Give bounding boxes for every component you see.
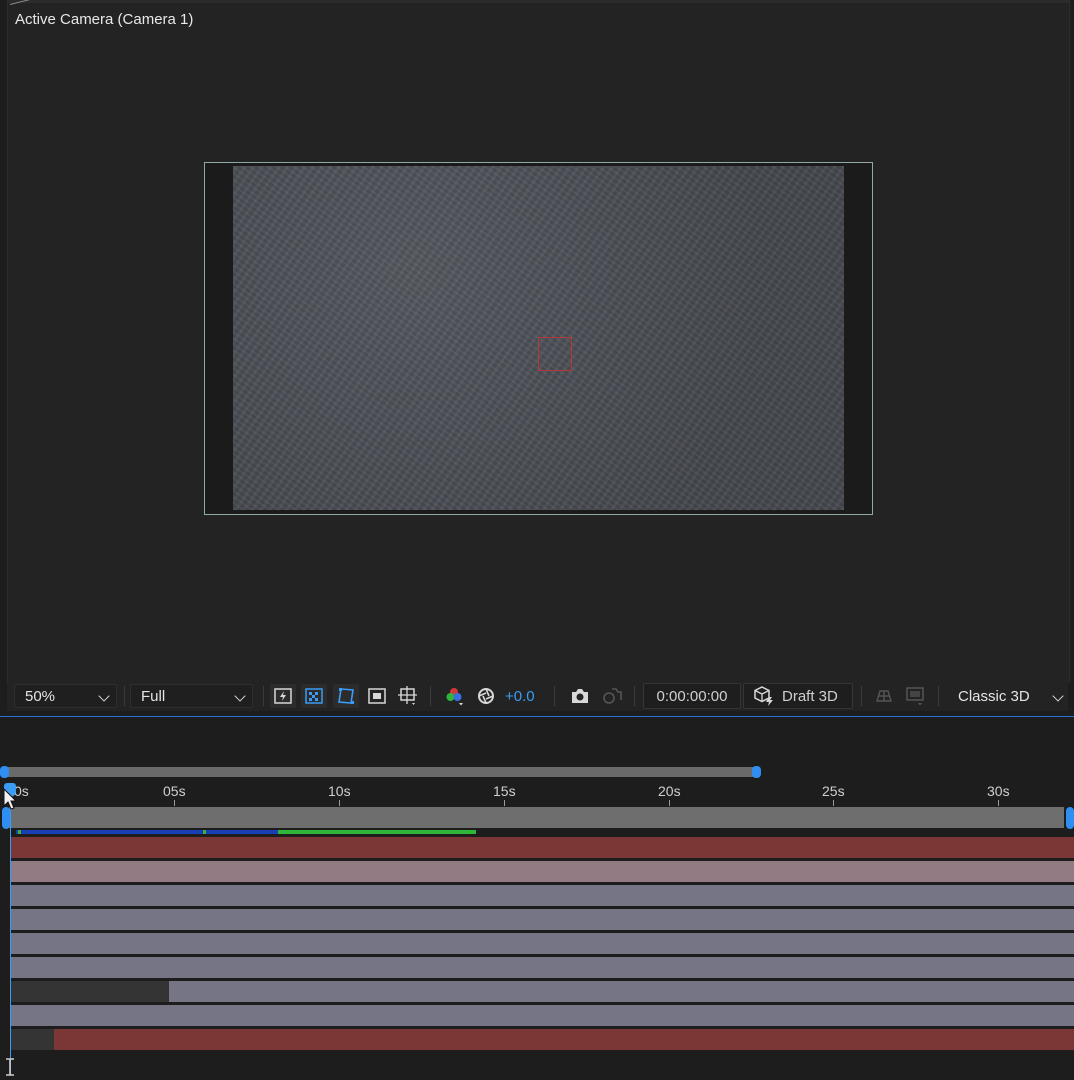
timecode-value: 0:00:00:00 xyxy=(656,687,728,705)
composition-frame[interactable] xyxy=(204,162,873,515)
show-snapshot-icon[interactable] xyxy=(599,684,625,708)
chevron-down-icon xyxy=(234,690,246,702)
toolbar-separator xyxy=(861,686,862,706)
3d-view-icon[interactable] xyxy=(871,684,897,708)
3d-ground-plane-icon[interactable] xyxy=(902,684,928,708)
tick-label: 10s xyxy=(328,783,351,799)
cached-frames-green xyxy=(278,830,476,834)
layer-duration-bar[interactable] xyxy=(11,861,1074,882)
layer-empty-span xyxy=(11,1029,54,1050)
time-navigator-end-handle[interactable] xyxy=(752,766,761,778)
snapshot-icon[interactable] xyxy=(567,684,593,708)
resolution-value: Full xyxy=(141,687,166,705)
renderer-value: Classic 3D xyxy=(958,687,1030,705)
tick-label: 25s xyxy=(822,783,845,799)
magnification-dropdown[interactable]: 50% xyxy=(14,684,117,708)
composition-viewer[interactable]: Active Camera (Camera 1) xyxy=(7,0,1070,683)
viewer-top-border xyxy=(8,0,1069,3)
tick-mark xyxy=(504,800,505,806)
tick-label: 15s xyxy=(493,783,516,799)
active-camera-label: Active Camera (Camera 1) xyxy=(15,11,194,28)
time-ruler[interactable]: 0s 05s 10s 15s 20s 25s 30s xyxy=(0,779,1074,806)
exposure-value[interactable]: +0.0 xyxy=(505,688,535,705)
composition-image[interactable] xyxy=(233,166,844,510)
tick-mark xyxy=(833,800,834,806)
time-navigator-bar[interactable] xyxy=(4,767,756,777)
tick-mark xyxy=(339,800,340,806)
reset-exposure-icon[interactable] xyxy=(473,684,499,708)
layer-duration-bar[interactable] xyxy=(169,981,1074,1002)
renderer-dropdown[interactable]: Classic 3D xyxy=(947,684,1068,708)
mask-path-icon[interactable] xyxy=(333,684,359,708)
fast-previews-icon[interactable] xyxy=(270,684,296,708)
color-channels-icon[interactable] xyxy=(441,684,467,708)
current-time-display[interactable]: 0:00:00:00 xyxy=(643,683,741,709)
layer-duration-bar[interactable] xyxy=(11,885,1074,906)
toolbar-separator xyxy=(938,686,939,706)
transparency-grid-icon[interactable] xyxy=(301,684,327,708)
text-cursor-icon xyxy=(6,1058,14,1076)
grid-guides-icon[interactable] xyxy=(395,684,421,708)
magnification-value: 50% xyxy=(25,687,56,705)
region-of-interest-icon[interactable] xyxy=(364,684,390,708)
time-navigator-start-handle[interactable] xyxy=(0,766,9,778)
layer-empty-span xyxy=(11,981,169,1002)
work-area-bar[interactable] xyxy=(9,807,1064,828)
center-marker xyxy=(538,337,572,371)
chevron-down-icon xyxy=(1052,690,1064,702)
toolbar-separator xyxy=(430,686,431,706)
layer-duration-bar[interactable] xyxy=(11,837,1074,858)
current-time-indicator[interactable] xyxy=(10,790,11,1075)
cached-marker xyxy=(203,830,206,834)
work-area-end-handle[interactable] xyxy=(1066,807,1074,829)
layer-duration-bar[interactable] xyxy=(11,933,1074,954)
layer-duration-bar[interactable] xyxy=(11,1005,1074,1026)
toolbar-separator xyxy=(554,686,555,706)
tick-label: 05s xyxy=(163,783,186,799)
layer-duration-bar[interactable] xyxy=(11,957,1074,978)
mouse-pointer-icon xyxy=(3,788,17,810)
tick-mark xyxy=(174,800,175,806)
chevron-down-icon xyxy=(98,690,110,702)
tick-label: 20s xyxy=(658,783,681,799)
cached-marker xyxy=(18,830,21,834)
tick-mark xyxy=(669,800,670,806)
tick-label: 30s xyxy=(987,783,1010,799)
draft-3d-label: Draft 3D xyxy=(782,687,838,705)
layer-duration-bar[interactable] xyxy=(11,909,1074,930)
toolbar-separator xyxy=(263,686,264,706)
resolution-dropdown[interactable]: Full xyxy=(130,684,253,708)
layer-duration-bar[interactable] xyxy=(54,1029,1074,1050)
viewer-toolbar: 50% Full +0.0 0:00:00:00 Draft 3D Classi… xyxy=(7,683,1068,711)
cached-frames-blue xyxy=(16,830,278,834)
tick-mark xyxy=(998,800,999,806)
draft-3d-icon xyxy=(754,686,773,706)
toolbar-separator xyxy=(634,686,635,706)
draft-3d-toggle[interactable]: Draft 3D xyxy=(743,683,853,709)
toolbar-separator xyxy=(124,686,125,706)
timeline-header xyxy=(0,717,1074,765)
